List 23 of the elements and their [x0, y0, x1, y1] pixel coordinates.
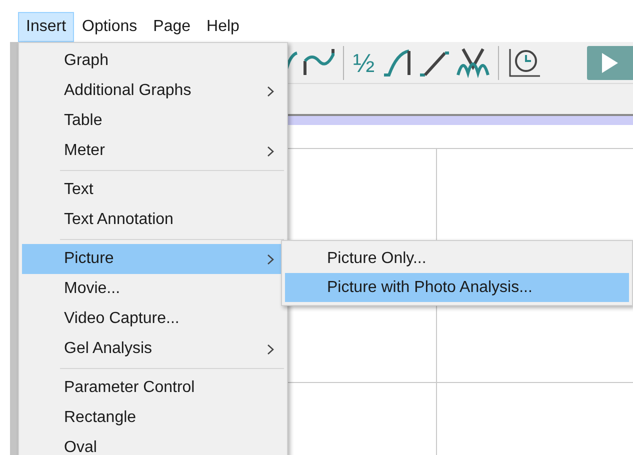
menu-item[interactable]: Picture with Photo Analysis...: [285, 273, 629, 302]
menu-item[interactable]: Options: [74, 12, 146, 42]
play-button[interactable]: [587, 46, 633, 80]
fraction-icon[interactable]: ½: [351, 50, 377, 76]
menu-item[interactable]: Rectangle: [22, 403, 284, 433]
menu-item[interactable]: Additional Graphs: [22, 76, 284, 106]
menu-item[interactable]: Parameter Control: [22, 373, 284, 403]
menu-item[interactable]: Oval: [22, 433, 284, 455]
menu-item[interactable]: Picture: [22, 244, 284, 274]
menu-item[interactable]: Text: [22, 175, 284, 205]
menu-item[interactable]: Table: [22, 106, 284, 136]
menu-item[interactable]: Insert: [18, 12, 74, 42]
menu-item[interactable]: Meter: [22, 136, 284, 166]
wave-icon[interactable]: [454, 46, 491, 78]
menu-item[interactable]: Text Annotation: [22, 205, 284, 235]
menu-item[interactable]: Video Capture...: [22, 304, 284, 334]
menu-item[interactable]: Picture Only...: [285, 244, 629, 273]
menu-item[interactable]: Graph: [22, 46, 284, 76]
menu-item[interactable]: Page: [145, 12, 199, 42]
menu-item[interactable]: Gel Analysis: [22, 334, 284, 364]
menu-item[interactable]: Help: [198, 12, 248, 42]
play-icon: [601, 52, 619, 74]
menu-item[interactable]: Movie...: [22, 274, 284, 304]
